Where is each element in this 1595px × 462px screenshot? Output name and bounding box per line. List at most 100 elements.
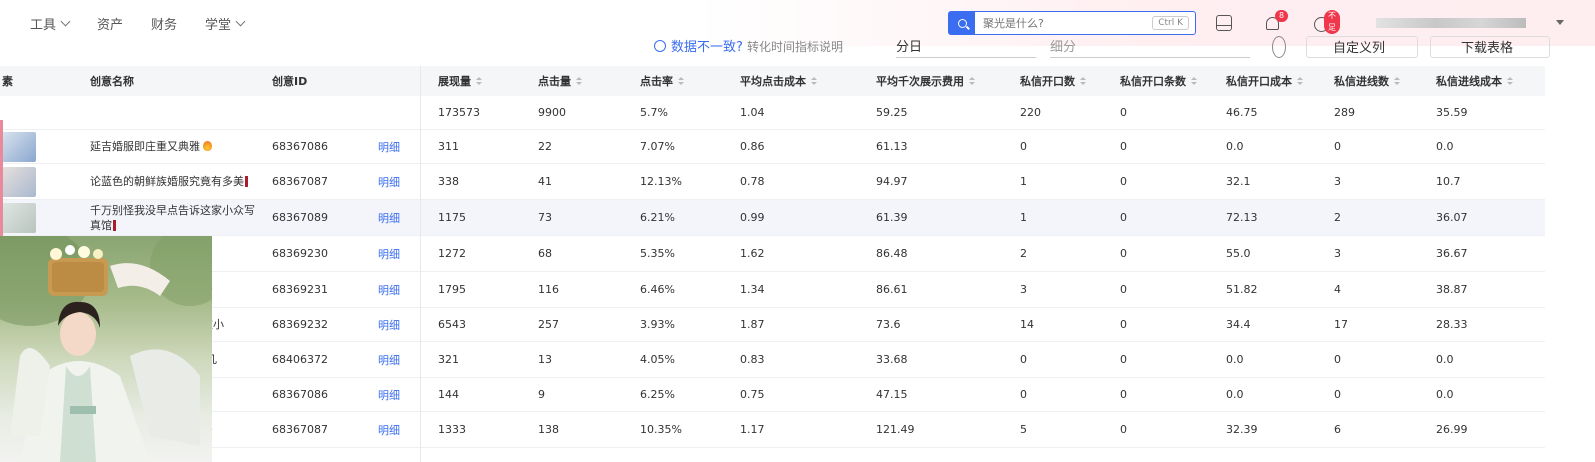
detail-link[interactable]: 明细 (378, 412, 400, 447)
cell-cpc: 0.75 (740, 388, 765, 401)
col-header-cpc[interactable]: 平均点击成本 (740, 66, 817, 96)
cell-dm-open-msgs: 0 (1120, 388, 1127, 401)
cell-dm-open-msgs: 0 (1120, 175, 1127, 188)
sort-icon (1191, 77, 1197, 85)
search-input[interactable] (975, 16, 1135, 30)
cell-dm-open-msgs: 0 (1120, 140, 1127, 153)
cell-ctr: 4.05% (640, 353, 675, 366)
cell-dm-open-msgs: 0 (1120, 247, 1127, 260)
table-total-row: 173573 9900 5.7% 1.04 59.25 220 0 46.75 … (0, 96, 1545, 130)
cell-cpm: 47.15 (876, 388, 908, 401)
table-row: 千万别怪我没早点告诉这家小众写真馆 68367089 明细 1175 73 6.21% 0.… (0, 200, 1545, 236)
sort-icon (1507, 77, 1513, 85)
cell-clicks: 257 (538, 318, 559, 331)
col-header-dm-open-cost[interactable]: 私信开口成本 (1226, 66, 1303, 96)
col-header-dm-lead-cost[interactable]: 私信进线成本 (1436, 66, 1513, 96)
cell-dm-opens: 0 (1020, 140, 1027, 153)
cell-ctr: 6.46% (640, 283, 675, 296)
cell-dm-leads: 6 (1334, 423, 1341, 436)
cell-ctr: 10.35% (640, 423, 682, 436)
cell-impressions: 144 (438, 388, 459, 401)
detail-link[interactable]: 明细 (378, 308, 400, 341)
nav-item-academy[interactable]: 学堂 (205, 14, 246, 33)
cell-dm-open-cost: 0.0 (1226, 140, 1244, 153)
col-header-dm-opens[interactable]: 私信开口数 (1020, 66, 1086, 96)
detail-link[interactable]: 明细 (378, 272, 400, 307)
col-header-dm-leads[interactable]: 私信进线数 (1334, 66, 1400, 96)
creative-id: 68367089 (272, 211, 328, 224)
creative-id: 68406372 (272, 353, 328, 366)
cell-dm-lead-cost: 0.0 (1436, 388, 1454, 401)
granularity-select[interactable]: 分日 (896, 36, 1036, 58)
notification-bell-icon[interactable]: 8 (1264, 10, 1289, 33)
account-dropdown-icon[interactable] (1556, 20, 1564, 25)
cell-clicks: 13 (538, 353, 552, 366)
col-header-clicks[interactable]: 点击量 (538, 66, 582, 96)
detail-link[interactable]: 明细 (378, 236, 400, 271)
creative-thumbnail[interactable] (2, 167, 36, 197)
cell-dm-open-cost: 0.0 (1226, 353, 1244, 366)
detail-link[interactable]: 明细 (378, 342, 400, 377)
col-header-material: 素 (2, 75, 13, 88)
search-icon (957, 18, 967, 28)
breakdown-select[interactable]: 细分 (1050, 36, 1250, 58)
detail-link[interactable]: 明细 (378, 130, 400, 163)
cell-clicks: 41 (538, 175, 552, 188)
help-icon[interactable] (1272, 36, 1286, 58)
cell-dm-opens: 14 (1020, 318, 1034, 331)
notification-count-badge: 8 (1275, 10, 1289, 22)
cell-dm-lead-cost: 26.99 (1436, 423, 1468, 436)
detail-link[interactable]: 明细 (378, 164, 400, 199)
global-search[interactable]: Ctrl K (948, 11, 1196, 35)
custom-columns-button[interactable]: 自定义列 (1306, 36, 1418, 58)
sort-icon (476, 77, 482, 85)
data-notice-link[interactable]: 数据不一致? 转化时间指标说明 (654, 36, 843, 58)
cell-ctr: 12.13% (640, 175, 682, 188)
col-header-ctr[interactable]: 点击率 (640, 66, 684, 96)
total-dm-lead-cost: 35.59 (1436, 106, 1468, 119)
balance-status-icon[interactable]: 不足 (1313, 10, 1340, 34)
red-mark-icon (113, 219, 116, 231)
sort-icon (1394, 77, 1400, 85)
detail-link[interactable]: 明细 (378, 378, 400, 411)
chevron-down-icon (235, 16, 246, 27)
total-clicks: 9900 (538, 106, 566, 119)
account-name-blurred[interactable] (1376, 18, 1526, 28)
cell-dm-leads: 3 (1334, 175, 1341, 188)
layout-panel-icon[interactable] (1216, 15, 1232, 31)
creative-thumbnail[interactable] (2, 132, 36, 162)
sort-icon (811, 77, 817, 85)
col-header-impressions[interactable]: 展现量 (438, 66, 482, 96)
nav-item-tools[interactable]: 工具 (30, 14, 71, 33)
download-table-button[interactable]: 下载表格 (1430, 36, 1550, 58)
total-dm-open-msgs: 0 (1120, 106, 1127, 119)
total-ctr: 5.7% (640, 106, 668, 119)
shortcut-hint: Ctrl K (1152, 16, 1189, 30)
nav-item-finance[interactable]: 财务 (151, 14, 177, 33)
cell-cpm: 33.68 (876, 353, 908, 366)
detail-link[interactable]: 明细 (378, 200, 400, 235)
cell-dm-lead-cost: 36.67 (1436, 247, 1468, 260)
cell-dm-opens: 1 (1020, 211, 1027, 224)
search-button[interactable] (949, 12, 975, 34)
cell-dm-lead-cost: 36.07 (1436, 211, 1468, 224)
nav-item-assets[interactable]: 资产 (97, 14, 123, 33)
total-dm-leads: 289 (1334, 106, 1355, 119)
fixed-column-divider (420, 66, 421, 462)
creative-id: 68369230 (272, 247, 328, 260)
total-dm-opens: 220 (1020, 106, 1041, 119)
col-header-cpm[interactable]: 平均千次展示费用 (876, 66, 975, 96)
cell-impressions: 1272 (438, 247, 466, 260)
cell-dm-open-msgs: 0 (1120, 353, 1127, 366)
creative-preview-photo (0, 236, 212, 462)
creative-thumbnail[interactable] (2, 203, 36, 233)
creative-name: 延吉婚服即庄重又典雅 (90, 130, 260, 163)
red-mark-icon (245, 176, 248, 187)
cell-dm-open-cost: 72.13 (1226, 211, 1258, 224)
cell-cpm: 86.48 (876, 247, 908, 260)
cell-dm-open-msgs: 0 (1120, 211, 1127, 224)
col-header-dm-open-msgs[interactable]: 私信开口条数 (1120, 66, 1197, 96)
sort-icon (1297, 77, 1303, 85)
creative-name: 千万别怪我没早点告诉这家小众写真馆 (90, 203, 255, 232)
creative-name: 论蓝色的朝鲜族婚服究竟有多美 (90, 164, 260, 199)
